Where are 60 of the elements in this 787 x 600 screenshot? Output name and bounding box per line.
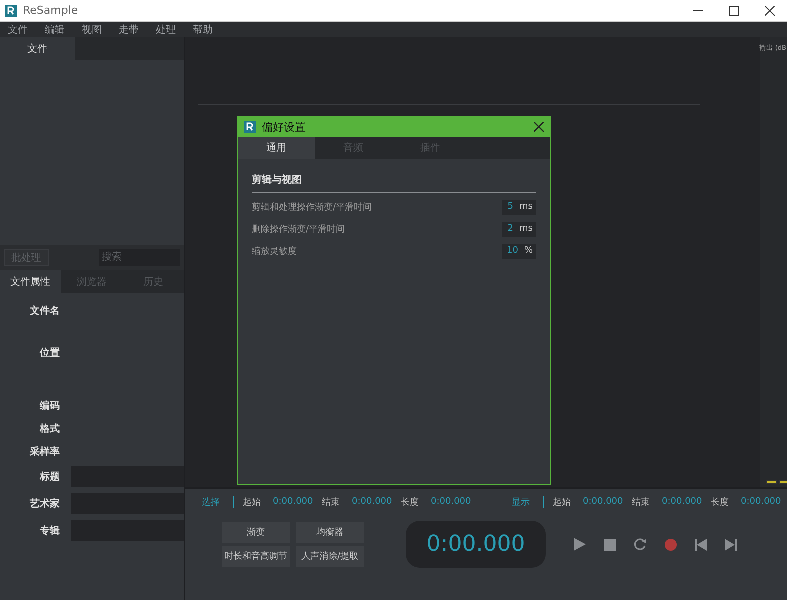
- setting-label: 剪辑和处理操作渐变/平滑时间: [252, 202, 372, 214]
- record-icon[interactable]: [665, 538, 677, 550]
- time-value: 0:00.000: [583, 497, 624, 507]
- app-logo-icon: [244, 121, 256, 133]
- property-field[interactable]: [71, 520, 184, 541]
- property-label: 格式: [38, 422, 60, 436]
- effect-button[interactable]: 时长和音高调节: [222, 546, 290, 567]
- close-icon[interactable]: [765, 6, 775, 16]
- menu-item[interactable]: 视图: [82, 22, 102, 36]
- dialog-title: 偏好设置: [262, 120, 306, 134]
- number-field[interactable]: 5 ms: [502, 200, 536, 214]
- time-display: 0:00.000: [406, 521, 546, 568]
- time-value: 0:00.000: [273, 497, 314, 507]
- dialog-tab[interactable]: 通用: [238, 137, 315, 159]
- time-value: 0:00.000: [352, 497, 394, 507]
- time-label: 起始: [553, 496, 572, 508]
- effect-button[interactable]: 人声消除/提取: [296, 546, 364, 567]
- skip-back-icon[interactable]: [695, 538, 707, 550]
- time-group-label: 选择: [202, 496, 221, 508]
- panel-tab[interactable]: 文件属性: [0, 270, 62, 293]
- setting-label: 删除操作渐变/平滑时间: [252, 224, 346, 236]
- menu-item[interactable]: 处理: [156, 22, 176, 36]
- menu-item[interactable]: 走带: [119, 22, 139, 36]
- number-field[interactable]: 10 %: [502, 244, 536, 258]
- app-logo-icon: [5, 4, 17, 16]
- property-label: 标题: [38, 470, 60, 484]
- close-icon[interactable]: [534, 122, 544, 132]
- time-value: 0:00.000: [431, 497, 472, 507]
- property-label: 位置: [38, 346, 60, 360]
- panel-tab[interactable]: 文件: [0, 37, 75, 60]
- window-title: ReSample: [23, 4, 78, 17]
- time-label: 结束: [632, 496, 651, 508]
- stop-icon[interactable]: [604, 538, 616, 550]
- property-field[interactable]: [71, 466, 184, 487]
- loop-icon[interactable]: [634, 538, 647, 551]
- time-value: 0:00.000: [662, 497, 704, 507]
- time-label: 长度: [401, 496, 420, 508]
- effect-button[interactable]: 渐变: [222, 522, 290, 543]
- play-icon[interactable]: [574, 538, 586, 551]
- property-label: 艺术家: [29, 497, 60, 510]
- property-field[interactable]: [71, 493, 184, 514]
- section-heading: 剪辑与视图: [252, 173, 536, 193]
- search-field[interactable]: 搜索: [99, 249, 180, 266]
- menu-item[interactable]: 帮助: [193, 22, 213, 36]
- time-label: 长度: [711, 496, 730, 508]
- skip-forward-icon[interactable]: [725, 538, 737, 550]
- effect-button[interactable]: 均衡器: [296, 522, 364, 543]
- menu-item[interactable]: 编辑: [45, 22, 65, 36]
- menu-item[interactable]: 文件: [8, 22, 28, 36]
- setting-label: 缩放灵敏度: [252, 246, 297, 258]
- time-label: 结束: [322, 496, 341, 508]
- property-label: 编码: [39, 400, 60, 412]
- property-label: 采样率: [29, 445, 60, 458]
- time-value: 0:00.000: [741, 497, 782, 507]
- property-label: 文件名: [29, 304, 60, 318]
- property-label: 专辑: [39, 524, 60, 538]
- number-field[interactable]: 2 ms: [502, 222, 536, 236]
- maximize-icon[interactable]: [729, 6, 739, 16]
- time-group-label: 显示: [512, 496, 531, 508]
- time-label: 起始: [243, 496, 262, 508]
